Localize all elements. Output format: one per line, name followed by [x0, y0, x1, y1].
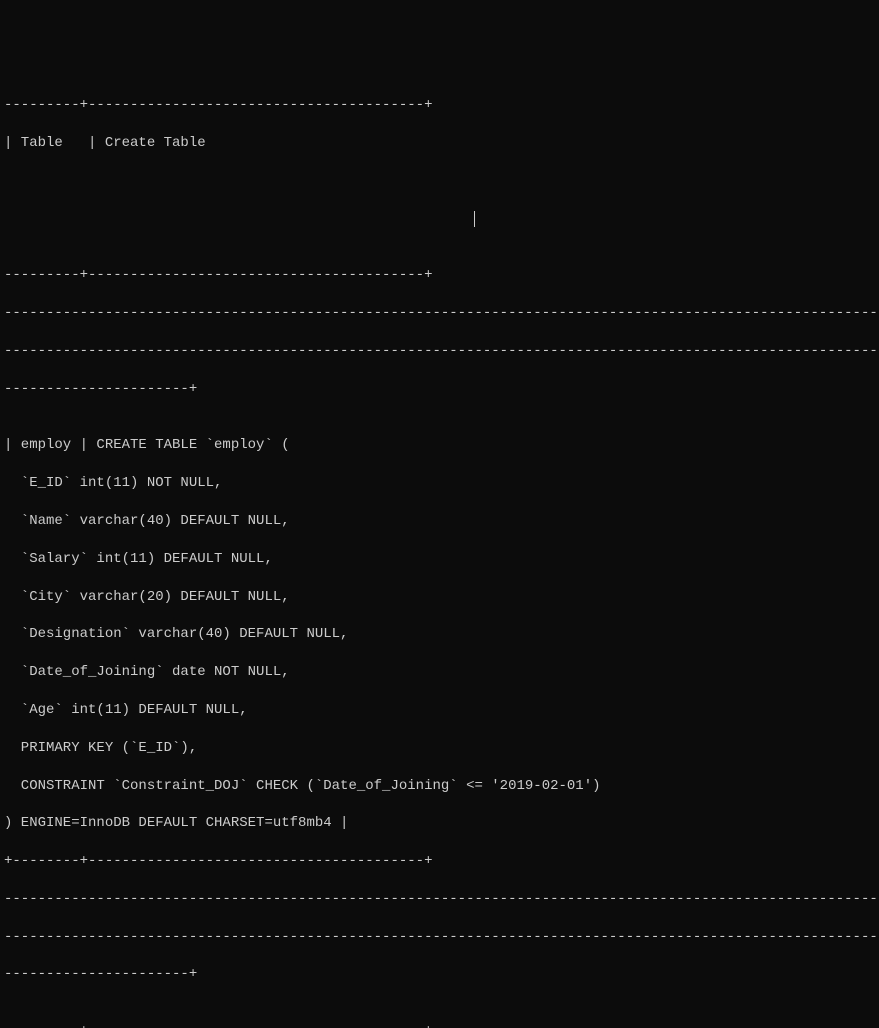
engine-line: ) ENGINE=InnoDB DEFAULT CHARSET=utf8mb4 …: [4, 814, 875, 833]
border-line: ---------+------------------------------…: [4, 266, 875, 285]
text-cursor: [474, 211, 475, 227]
border-line: ----------------------------------------…: [4, 342, 875, 361]
border-line: ----------------------+: [4, 965, 875, 984]
border-line: ---------+------------------------------…: [4, 1022, 875, 1028]
cursor-line: [4, 210, 875, 229]
terminal-output: ---------+------------------------------…: [4, 78, 875, 1028]
create-table-line: | employ | CREATE TABLE `employ` (: [4, 436, 875, 455]
primary-key-line: PRIMARY KEY (`E_ID`),: [4, 739, 875, 758]
border-line: ----------------------------------------…: [4, 928, 875, 947]
table-header-row: | Table | Create Table: [4, 134, 875, 153]
column-def-line: `Designation` varchar(40) DEFAULT NULL,: [4, 625, 875, 644]
border-line: ----------------------------------------…: [4, 304, 875, 323]
column-def-line: `City` varchar(20) DEFAULT NULL,: [4, 588, 875, 607]
border-line: +--------+------------------------------…: [4, 852, 875, 871]
column-def-line: `E_ID` int(11) NOT NULL,: [4, 474, 875, 493]
border-line: ---------+------------------------------…: [4, 96, 875, 115]
column-def-line: `Salary` int(11) DEFAULT NULL,: [4, 550, 875, 569]
border-line: ----------------------------------------…: [4, 890, 875, 909]
column-def-line: `Date_of_Joining` date NOT NULL,: [4, 663, 875, 682]
column-def-line: `Name` varchar(40) DEFAULT NULL,: [4, 512, 875, 531]
border-line: ----------------------+: [4, 380, 875, 399]
column-def-line: `Age` int(11) DEFAULT NULL,: [4, 701, 875, 720]
constraint-line: CONSTRAINT `Constraint_DOJ` CHECK (`Date…: [4, 777, 875, 796]
